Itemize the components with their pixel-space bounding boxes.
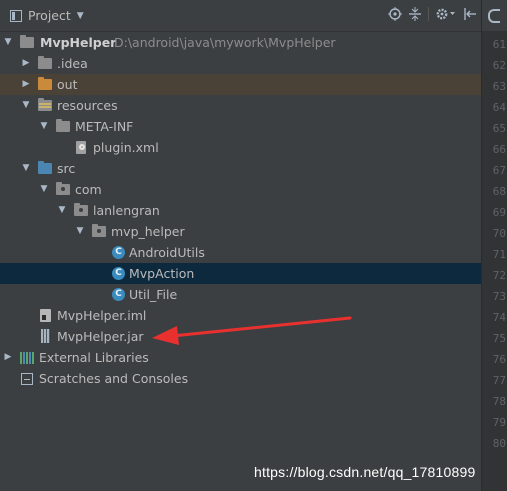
line-number: 80 — [492, 437, 506, 450]
resources-folder-icon — [38, 98, 52, 111]
jar-file-icon — [41, 329, 50, 343]
class-icon: C — [112, 267, 125, 280]
folder-icon — [38, 56, 52, 69]
project-view-label: Project — [28, 8, 71, 23]
line-number: 69 — [492, 206, 506, 219]
tree-node-label: MvpAction — [129, 266, 195, 281]
tree-node-label: com — [75, 182, 102, 197]
tree-node-label: plugin.xml — [93, 140, 159, 155]
tree-node-label: Util_File — [129, 287, 178, 302]
line-number: 76 — [492, 353, 506, 366]
libraries-icon — [20, 352, 34, 364]
class-icon: C — [112, 288, 125, 301]
tree-node-mvp-helper[interactable]: ▼ mvp_helper — [0, 221, 481, 242]
tree-node-label: External Libraries — [39, 350, 149, 365]
tree-node-idea[interactable]: ▶ .idea — [0, 53, 481, 74]
tree-node-mvphelper-iml[interactable]: MvpHelper.iml — [0, 305, 481, 326]
line-number: 66 — [492, 143, 506, 156]
line-number: 78 — [492, 395, 506, 408]
source-folder-icon — [38, 161, 52, 174]
class-icon: C — [112, 246, 125, 259]
line-number: 68 — [492, 185, 506, 198]
line-number: 71 — [492, 248, 506, 261]
line-number: 64 — [492, 101, 506, 114]
expand-arrow-icon[interactable]: ▼ — [37, 179, 51, 200]
package-icon — [92, 224, 106, 237]
line-number: 61 — [492, 38, 506, 51]
tree-node-androidutils[interactable]: C AndroidUtils — [0, 242, 481, 263]
project-panel: Project ▼ ▼ MvpHelper D:\android\java\my… — [0, 0, 481, 491]
line-number: 73 — [492, 290, 506, 303]
expand-arrow-icon[interactable]: ▶ — [19, 53, 33, 74]
expand-arrow-icon[interactable]: ▼ — [1, 32, 15, 53]
tree-node-project-root[interactable]: ▼ MvpHelper D:\android\java\mywork\MvpHe… — [0, 32, 481, 53]
chevron-down-icon: ▼ — [76, 10, 84, 21]
line-number: 74 — [492, 311, 506, 324]
tree-node-mvphelper-jar[interactable]: MvpHelper.jar — [0, 326, 481, 347]
tree-node-label: MvpHelper.jar — [57, 329, 144, 344]
tree-node-label: MvpHelper.iml — [57, 308, 147, 323]
tree-node-label: MvpHelper — [40, 35, 117, 50]
line-number: 77 — [492, 374, 506, 387]
excluded-folder-icon — [38, 77, 52, 90]
package-icon — [74, 203, 88, 216]
editor-gutter: 61 62 63 64 65 66 67 68 69 70 71 72 73 74 75 76 77 78 79 80 — [481, 0, 507, 491]
line-number: 67 — [492, 164, 506, 177]
expand-arrow-icon[interactable]: ▼ — [73, 221, 87, 242]
tree-node-label: Scratches and Consoles — [39, 371, 189, 386]
tree-node-external-libraries[interactable]: ▶ External Libraries — [0, 347, 481, 368]
project-toolbar: Project ▼ — [0, 0, 481, 32]
tree-node-label: AndroidUtils — [129, 245, 205, 260]
project-view-icon — [10, 9, 22, 22]
expand-arrow-icon[interactable]: ▼ — [19, 158, 33, 179]
line-number: 79 — [492, 416, 506, 429]
scratches-icon — [21, 373, 33, 385]
line-number: 70 — [492, 227, 506, 240]
tree-node-label: mvp_helper — [111, 224, 185, 239]
package-icon — [56, 182, 70, 195]
expand-arrow-icon[interactable]: ▶ — [1, 347, 15, 368]
iml-file-icon — [40, 309, 51, 322]
project-path: D:\android\java\mywork\MvpHelper — [114, 35, 336, 50]
tree-node-out[interactable]: ▶ out — [0, 74, 481, 95]
toolbar-separator — [428, 7, 429, 21]
tree-node-label: src — [57, 161, 76, 176]
expand-arrow-icon[interactable]: ▶ — [19, 74, 33, 95]
line-number: 65 — [492, 122, 506, 135]
folder-icon — [56, 119, 70, 132]
tree-node-label: .idea — [57, 56, 88, 71]
tree-node-lanlengran[interactable]: ▼ lanlengran — [0, 200, 481, 221]
hide-icon[interactable] — [463, 7, 477, 21]
settings-icon[interactable] — [435, 7, 457, 21]
line-number: 62 — [492, 59, 506, 72]
expand-arrow-icon[interactable]: ▼ — [19, 95, 33, 116]
expand-arrow-icon[interactable]: ▼ — [37, 116, 51, 137]
watermark-text: https://blog.csdn.net/qq_17810899 — [254, 464, 476, 480]
line-number: 72 — [492, 269, 506, 282]
line-number: 75 — [492, 332, 506, 345]
tree-node-label: META-INF — [75, 119, 134, 134]
toolbar-actions — [388, 7, 477, 21]
project-view-selector[interactable]: Project ▼ — [10, 8, 84, 23]
tree-node-resources[interactable]: ▼ resources — [0, 95, 481, 116]
tree-node-label: out — [57, 77, 78, 92]
tree-node-scratches[interactable]: Scratches and Consoles — [0, 368, 481, 389]
expand-arrow-icon[interactable]: ▼ — [55, 200, 69, 221]
line-number: 63 — [492, 80, 506, 93]
tree-node-util-file[interactable]: C Util_File — [0, 284, 481, 305]
tree-node-src[interactable]: ▼ src — [0, 158, 481, 179]
tree-node-label: resources — [57, 98, 118, 113]
tree-node-com[interactable]: ▼ com — [0, 179, 481, 200]
collapse-all-icon[interactable] — [408, 7, 422, 21]
folder-icon — [20, 35, 34, 48]
tree-node-meta-inf[interactable]: ▼ META-INF — [0, 116, 481, 137]
tree-node-mvpaction[interactable]: C MvpAction — [0, 263, 481, 284]
tree-node-label: lanlengran — [93, 203, 160, 218]
editor-tab-icon[interactable] — [482, 0, 507, 32]
tree-node-plugin-xml[interactable]: plugin.xml — [0, 137, 481, 158]
xml-file-icon — [76, 141, 86, 154]
locate-icon[interactable] — [388, 7, 402, 21]
